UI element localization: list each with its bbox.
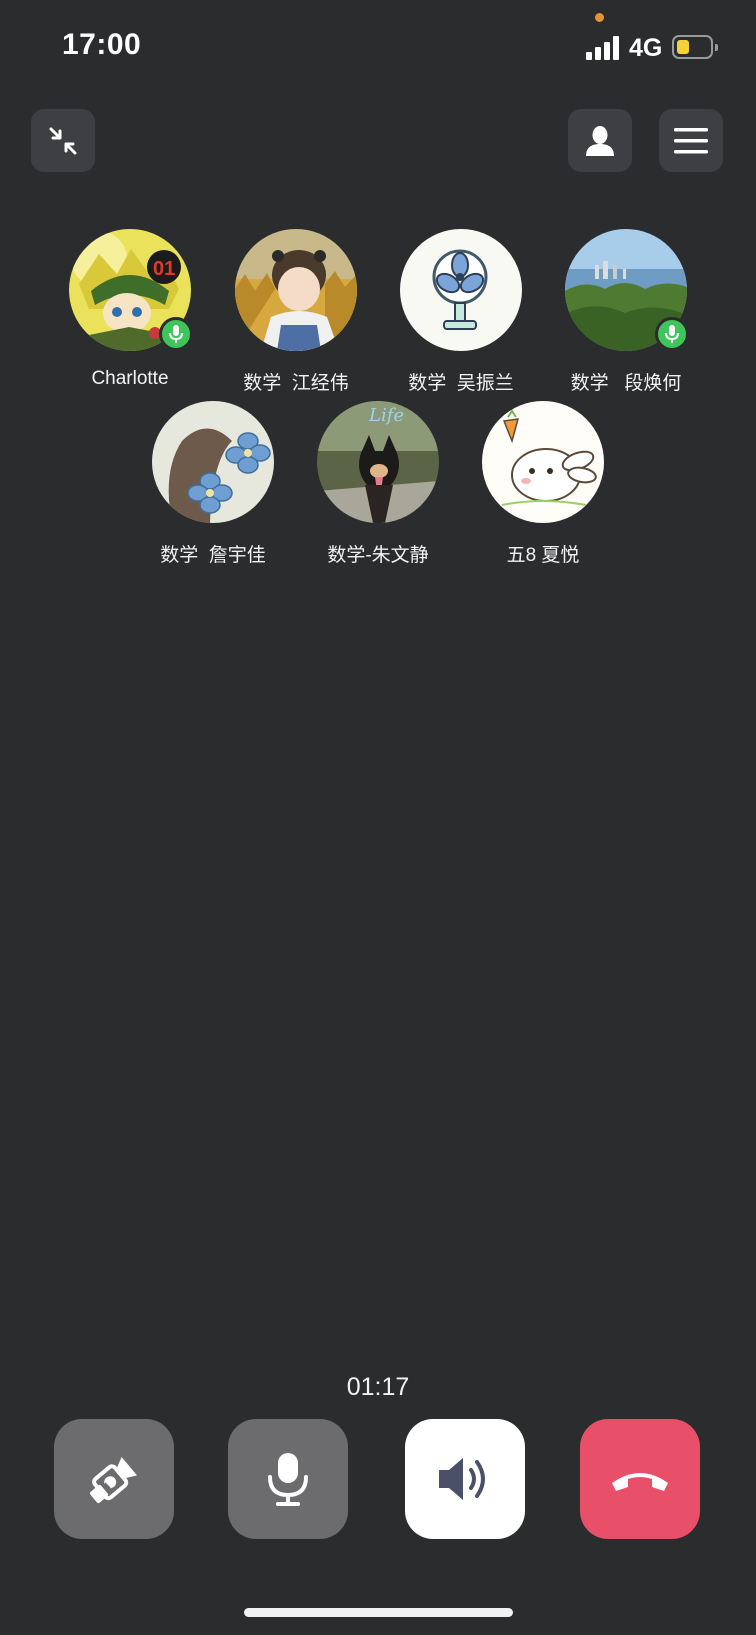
- participant-avatar[interactable]: [152, 401, 274, 523]
- participant-avatar[interactable]: [482, 401, 604, 523]
- home-indicator[interactable]: [244, 1608, 513, 1617]
- menu-button[interactable]: [659, 109, 723, 172]
- minimize-call-button[interactable]: [31, 109, 95, 172]
- camera-toggle-button[interactable]: [54, 1419, 174, 1539]
- speaker-button[interactable]: [405, 1419, 525, 1539]
- battery-icon: [672, 35, 718, 59]
- child-photo-avatar: [235, 229, 357, 351]
- contacts-button[interactable]: [568, 109, 632, 172]
- rabbit-illustration-avatar: [482, 401, 604, 523]
- speaker-icon: [439, 1458, 485, 1500]
- participant-avatar[interactable]: Life: [317, 401, 439, 523]
- status-time: 17:00: [62, 28, 142, 61]
- participant-avatar[interactable]: [400, 229, 522, 351]
- mic-active-badge: [159, 317, 193, 351]
- mute-microphone-button[interactable]: [228, 1419, 348, 1539]
- participant-avatar[interactable]: 01: [69, 229, 193, 351]
- flower-illustration-avatar: [152, 401, 274, 523]
- camera-off-icon: [89, 1456, 138, 1504]
- person-icon: [586, 125, 614, 156]
- svg-text:Life: Life: [368, 405, 404, 426]
- privacy-indicator-dot: [595, 13, 604, 22]
- microphone-icon: [268, 1453, 308, 1506]
- hang-up-button[interactable]: [580, 1419, 700, 1539]
- status-bar: 17:00 4G: [0, 0, 756, 100]
- cellular-signal-icon: [586, 36, 620, 60]
- call-duration: 01:17: [346, 1373, 410, 1401]
- participant-name: 数学 段焕何: [570, 373, 682, 394]
- participant-name: 五8 夏悦: [506, 545, 580, 566]
- participant-name: 数学 詹宇佳: [160, 545, 266, 566]
- svg-text:01: 01: [153, 258, 175, 280]
- hamburger-menu-icon: [674, 127, 708, 153]
- collapse-arrows-icon: [49, 127, 77, 154]
- microphone-icon: [665, 325, 679, 343]
- participant-name: 数学-朱文静: [327, 545, 429, 566]
- participant-avatar[interactable]: [565, 229, 689, 351]
- network-type: 4G: [629, 34, 663, 62]
- hang-up-icon: [612, 1473, 668, 1491]
- microphone-icon: [169, 325, 183, 343]
- participant-avatar[interactable]: [235, 229, 357, 351]
- mic-active-badge: [655, 317, 689, 351]
- participant-name: 数学 江经伟: [243, 373, 349, 394]
- participant-name: Charlotte: [91, 368, 169, 389]
- dog-photo-avatar: Life: [317, 401, 439, 523]
- participant-name: 数学 吴振兰: [408, 373, 514, 394]
- fan-illustration-avatar: [400, 229, 522, 351]
